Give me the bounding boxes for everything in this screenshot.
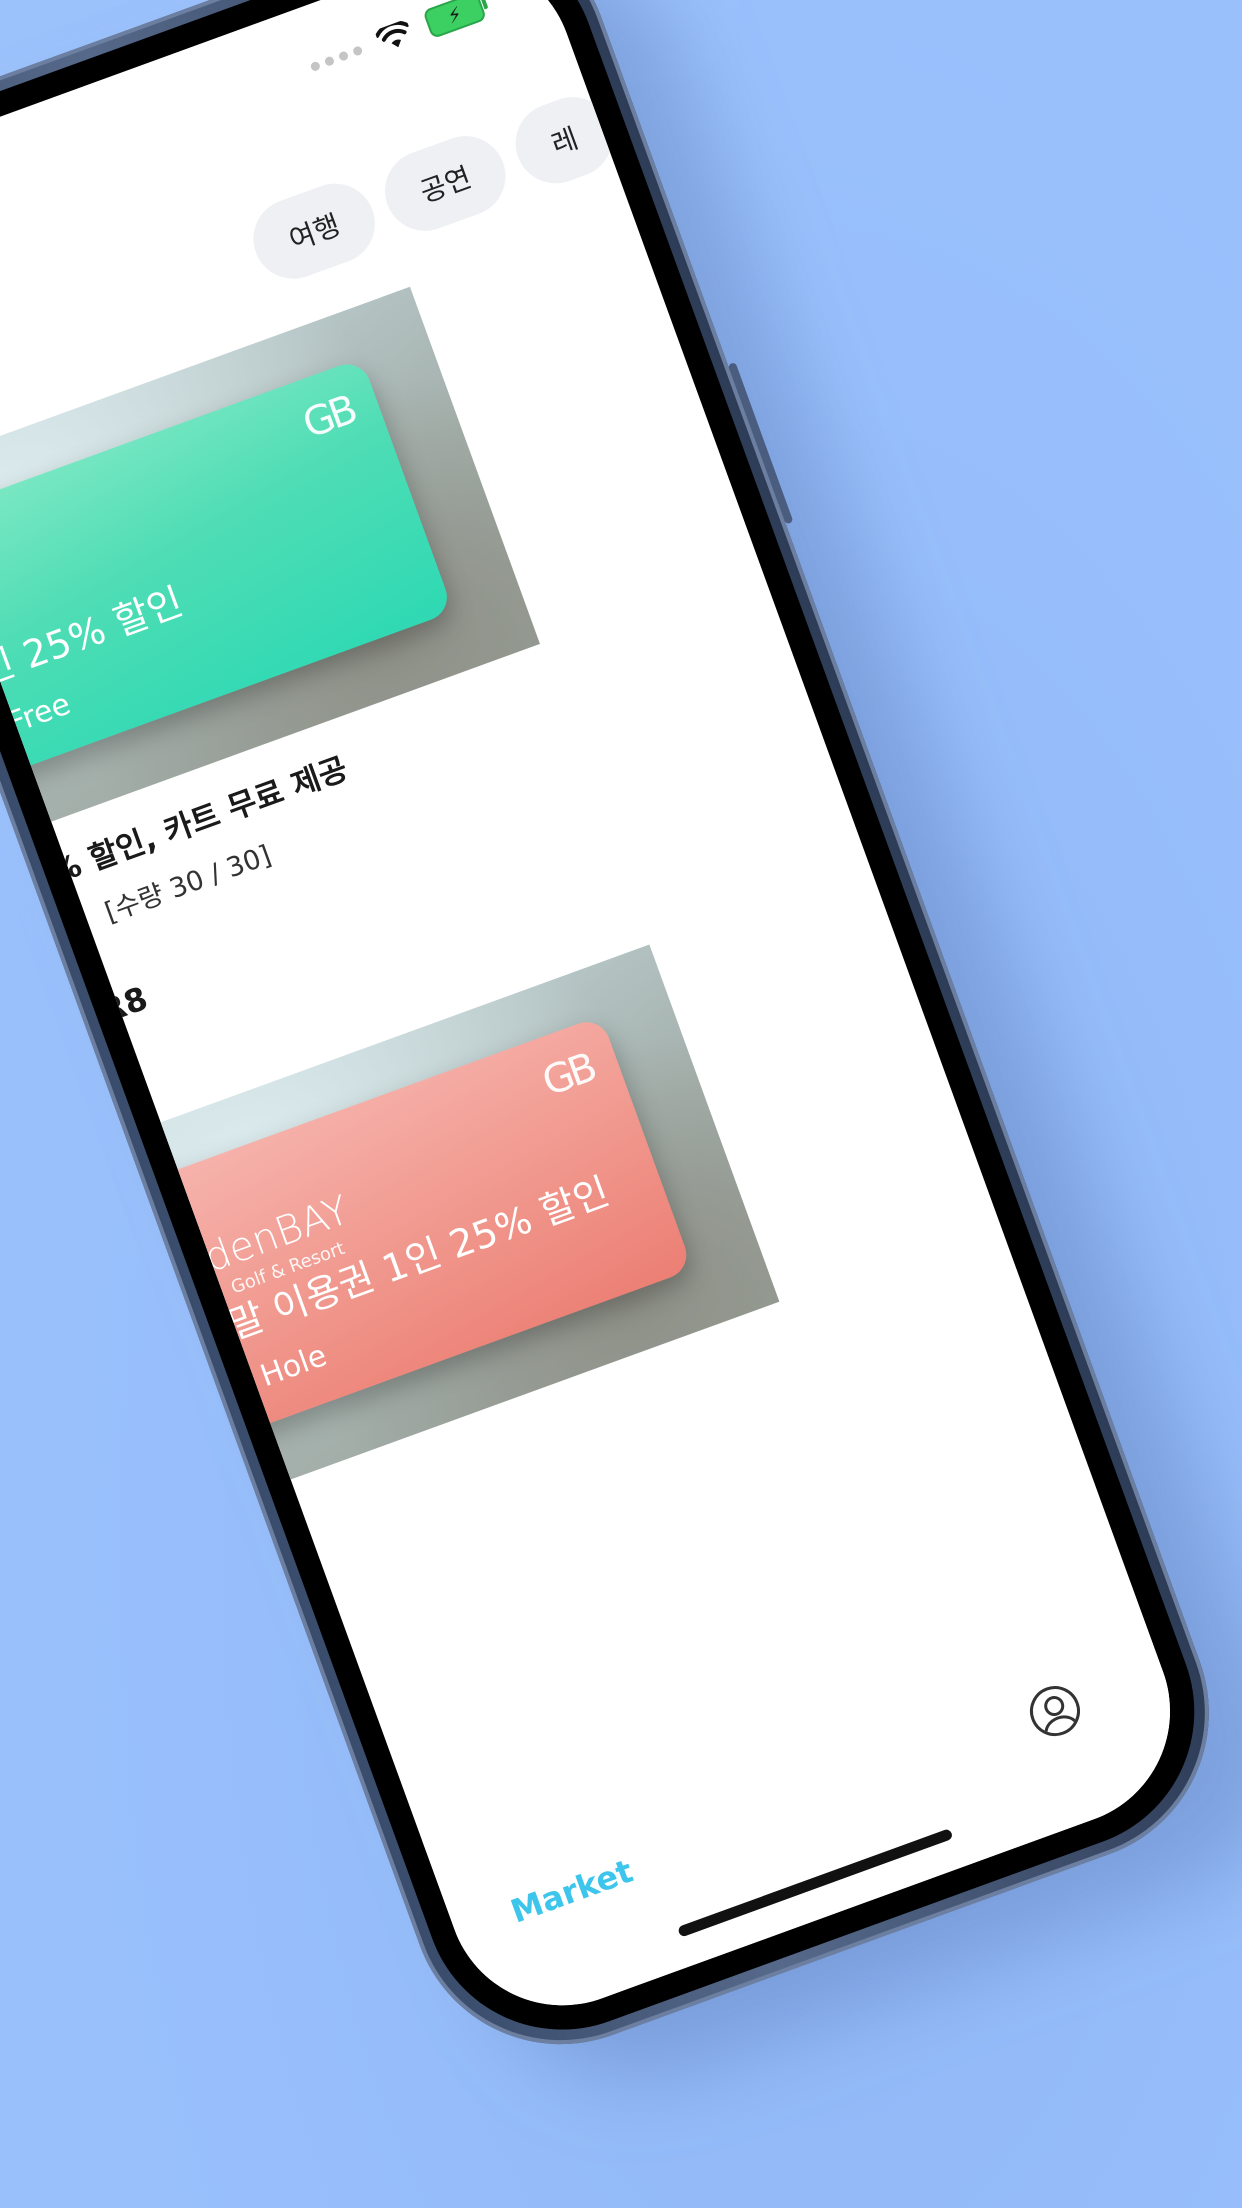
gb-logo: GB bbox=[296, 387, 361, 448]
category-chip-travel[interactable]: 여행 bbox=[242, 172, 386, 290]
gb-logo: GB bbox=[536, 1045, 600, 1106]
product-card[interactable]: GB 4인 25% 할인 rt Free 5% 할인, 카트 무료 제공 [수량… bbox=[0, 286, 614, 1038]
status-bar: ⚡ bbox=[304, 0, 489, 86]
ticket-card: GB 4인 25% 할인 rt Free bbox=[0, 357, 454, 786]
ticket-discount-text: 4인 25% 할인 bbox=[0, 579, 189, 702]
profile-icon[interactable] bbox=[1022, 1679, 1088, 1744]
wifi-icon bbox=[375, 20, 410, 48]
signal-icon bbox=[309, 44, 364, 72]
category-chip-performance[interactable]: 공연 bbox=[373, 124, 517, 243]
category-chips: 여행 공연 레 bbox=[242, 85, 624, 290]
tab-market[interactable]: Market bbox=[506, 1852, 638, 1931]
product-image: GB 4인 25% 할인 rt Free bbox=[0, 286, 540, 836]
battery-charging-icon: ⚡ bbox=[422, 0, 488, 40]
